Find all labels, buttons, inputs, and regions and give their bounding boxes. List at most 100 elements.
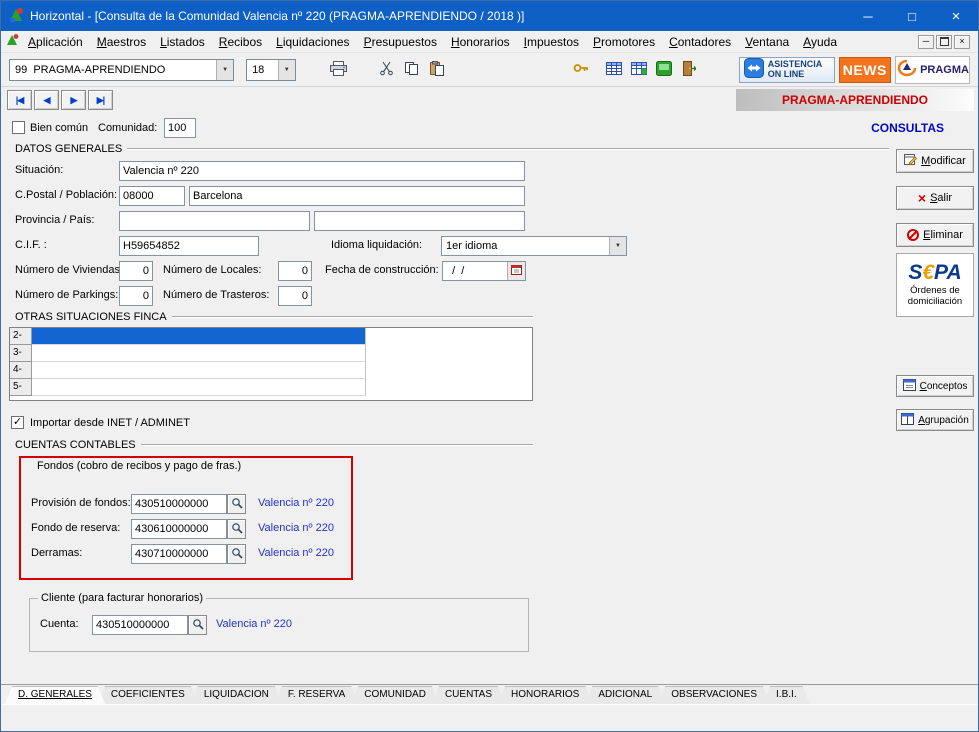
pragma-button[interactable]: PRAGMA	[895, 56, 970, 84]
idioma-combobox[interactable]: 1er idioma ▼	[441, 236, 627, 256]
filter-table-button[interactable]	[626, 57, 651, 83]
menu-listados[interactable]: Listados	[153, 32, 212, 52]
next-record-button[interactable]: ▶	[61, 90, 86, 110]
menu-ventana[interactable]: Ventana	[738, 32, 796, 52]
tab-f-reserva[interactable]: F. RESERVA	[275, 686, 358, 704]
news-label: NEWS	[843, 62, 887, 78]
copy-button[interactable]	[399, 57, 424, 83]
otras-situaciones-title: OTRAS SITUACIONES FINCA	[15, 311, 167, 323]
menu-presupuestos[interactable]: Presupuestos	[357, 32, 444, 52]
menu-liquidaciones[interactable]: Liquidaciones	[269, 32, 356, 52]
grid-cell[interactable]	[32, 362, 366, 379]
grid-row[interactable]: 3-	[10, 345, 532, 362]
maximize-button[interactable]: □	[890, 1, 934, 31]
menu-aplicacion[interactable]: Aplicación	[21, 32, 90, 52]
menu-honorarios[interactable]: Honorarios	[444, 32, 517, 52]
grid-cell[interactable]	[32, 345, 366, 362]
derramas-search-button[interactable]	[227, 544, 246, 564]
previous-record-button[interactable]: ◀	[34, 90, 59, 110]
bien-comun-checkbox[interactable]	[12, 121, 25, 137]
viviendas-input[interactable]	[119, 261, 153, 281]
mdi-close-button[interactable]: ×	[954, 35, 970, 49]
importar-checkbox[interactable]: ✓	[11, 416, 24, 429]
locales-label: Número de Locales:	[163, 264, 261, 276]
screen-view-button[interactable]	[651, 57, 676, 83]
tab-ibi[interactable]: I.B.I.	[763, 686, 810, 704]
mdi-restore-button[interactable]	[936, 35, 952, 49]
menu-contadores[interactable]: Contadores	[662, 32, 738, 52]
close-button[interactable]: ×	[934, 1, 978, 31]
menu-promotores[interactable]: Promotores	[586, 32, 662, 52]
company-combobox[interactable]: 99 PRAGMA-APRENDIENDO ▼	[9, 59, 234, 81]
provincia-input[interactable]	[119, 211, 310, 231]
grid-row-selected[interactable]: 2-	[10, 328, 532, 345]
fecha-construccion-field[interactable]: / /	[442, 261, 526, 281]
parkings-input[interactable]	[119, 286, 153, 306]
window-list-icon	[903, 379, 916, 394]
calendar-button[interactable]	[507, 262, 525, 280]
cut-button[interactable]	[375, 57, 400, 83]
exit-module-button[interactable]	[676, 57, 701, 83]
grid-row[interactable]: 5-	[10, 379, 532, 396]
access-key-button[interactable]	[569, 57, 594, 83]
menu-recibos[interactable]: Recibos	[212, 32, 269, 52]
table-filter-icon	[631, 61, 647, 79]
menu-maestros[interactable]: Maestros	[90, 32, 153, 52]
importar-checkbox-box[interactable]: ✓	[11, 416, 24, 429]
cpostal-input[interactable]	[119, 186, 185, 206]
tab-adicional[interactable]: ADICIONAL	[585, 686, 665, 704]
tab-comunidad[interactable]: COMUNIDAD	[351, 686, 439, 704]
cuentas-contables-title: CUENTAS CONTABLES	[15, 439, 136, 451]
tab-d-generales[interactable]: D. GENERALES	[5, 686, 105, 704]
exercise-combobox[interactable]: 18 ▼	[246, 59, 296, 81]
provision-search-button[interactable]	[227, 494, 246, 514]
pais-input[interactable]	[314, 211, 525, 231]
derramas-input[interactable]	[131, 544, 227, 564]
news-button[interactable]: NEWS	[839, 57, 892, 83]
cuenta-search-button[interactable]	[188, 615, 207, 635]
browse-table-button[interactable]	[602, 57, 627, 83]
modificar-button[interactable]: Modificar	[896, 149, 974, 173]
tab-liquidacion[interactable]: LIQUIDACION	[191, 686, 282, 704]
asistencia-online-button[interactable]: ASISTENCIA ON LINE	[739, 57, 835, 83]
comunidad-input[interactable]	[164, 118, 196, 138]
tab-observaciones[interactable]: OBSERVACIONES	[658, 686, 770, 704]
chevron-down-icon: ▼	[216, 60, 233, 80]
sepa-button[interactable]: S€PA Órdenes dedomiciliación	[896, 253, 974, 317]
grid-cell[interactable]	[32, 328, 366, 345]
salir-button[interactable]: × Salir	[896, 186, 974, 210]
agrupacion-button[interactable]: Agrupación	[896, 409, 974, 431]
check-icon: ✓	[13, 417, 22, 428]
paste-button[interactable]	[424, 57, 449, 83]
minimize-button[interactable]: ─	[846, 1, 890, 31]
mdi-system-icon[interactable]	[5, 33, 19, 50]
grid-cell[interactable]	[32, 379, 366, 396]
menu-impuestos[interactable]: Impuestos	[517, 32, 586, 52]
poblacion-input[interactable]	[189, 186, 525, 206]
fondo-reserva-input[interactable]	[131, 519, 227, 539]
first-record-icon: |◀	[16, 95, 23, 106]
app-icon[interactable]	[8, 7, 24, 26]
exercise-combobox-value: 18	[247, 64, 278, 76]
mdi-minimize-button[interactable]: ─	[918, 35, 934, 49]
maximize-icon: □	[908, 9, 916, 24]
tab-coeficientes[interactable]: COEFICIENTES	[98, 686, 198, 704]
print-button[interactable]	[326, 57, 351, 83]
provision-fondos-input[interactable]	[131, 494, 227, 514]
first-record-button[interactable]: |◀	[7, 90, 32, 110]
tab-cuentas[interactable]: CUENTAS	[432, 686, 505, 704]
last-record-button[interactable]: ▶|	[88, 90, 113, 110]
tab-label: I.B.I.	[776, 689, 797, 700]
grid-row[interactable]: 4-	[10, 362, 532, 379]
trasteros-input[interactable]	[278, 286, 312, 306]
cuenta-input[interactable]	[92, 615, 188, 635]
cif-input[interactable]	[119, 236, 259, 256]
conceptos-button[interactable]: Conceptos	[896, 375, 974, 397]
eliminar-button[interactable]: Eliminar	[896, 223, 974, 247]
locales-input[interactable]	[278, 261, 312, 281]
reserva-search-button[interactable]	[227, 519, 246, 539]
menu-ayuda[interactable]: Ayuda	[796, 32, 844, 52]
tab-honorarios[interactable]: HONORARIOS	[498, 686, 592, 704]
bien-comun-checkbox-box[interactable]	[12, 121, 25, 134]
situacion-input[interactable]	[119, 161, 525, 181]
